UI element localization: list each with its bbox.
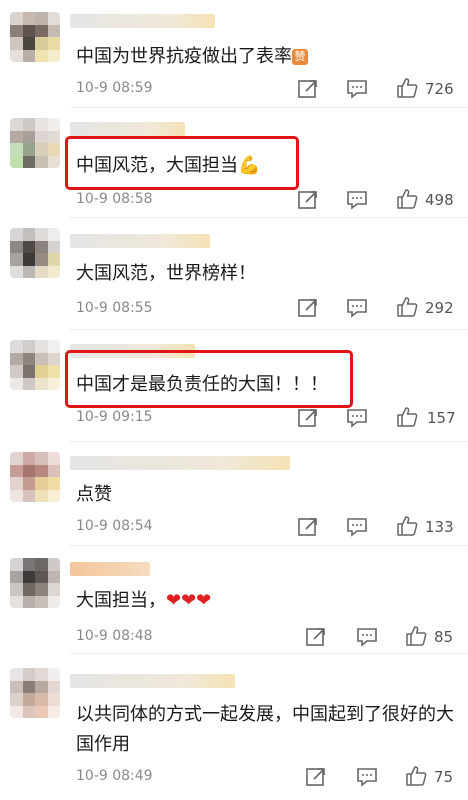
comment-5: 点赞 10-9 08:54 133 xyxy=(0,442,468,546)
highlight-box xyxy=(65,350,353,408)
username-blurred[interactable] xyxy=(70,562,150,576)
username-blurred[interactable] xyxy=(70,14,215,28)
avatar[interactable] xyxy=(10,668,60,718)
comment-3: 大国风范，世界榜样！ 10-9 08:55 292 xyxy=(0,218,468,330)
avatar[interactable] xyxy=(10,228,60,278)
avatar[interactable] xyxy=(10,558,60,608)
like-count: 498 xyxy=(425,191,454,209)
comment-icon[interactable] xyxy=(356,766,378,788)
timestamp: 10-9 09:15 xyxy=(76,409,153,425)
like-count: 75 xyxy=(434,768,454,786)
comment-text: 中国为世界抗疫做出了表率赞 xyxy=(76,42,308,72)
username-blurred[interactable] xyxy=(70,122,185,136)
heart-icons: ❤❤❤ xyxy=(166,590,212,611)
timestamp: 10-9 08:48 xyxy=(76,628,153,644)
like-count: 726 xyxy=(425,80,454,98)
timestamp: 10-9 08:54 xyxy=(76,518,153,534)
timestamp: 10-9 08:55 xyxy=(76,300,153,316)
share-icon[interactable] xyxy=(305,626,327,648)
like-count: 85 xyxy=(434,628,454,646)
avatar[interactable] xyxy=(10,118,60,168)
thumbs-up-icon[interactable] xyxy=(396,296,418,318)
comment-text-content: 点赞 xyxy=(76,484,112,505)
username-blurred[interactable] xyxy=(70,456,290,470)
share-icon[interactable] xyxy=(297,516,319,538)
like-count: 157 xyxy=(427,409,456,427)
username-blurred[interactable] xyxy=(70,234,210,248)
timestamp: 10-9 08:58 xyxy=(76,191,153,207)
comment-7: 以共同体的方式一起发展，中国起到了很好的大国作用 10-9 08:49 75 xyxy=(0,654,468,800)
comment-text-content: 大国担当， xyxy=(76,590,166,611)
share-icon[interactable] xyxy=(297,407,319,429)
comment-text-content: 以共同体的方式一起发展，中国起到了很好的大国作用 xyxy=(76,704,454,755)
thumbs-up-icon[interactable] xyxy=(396,406,418,428)
comment-text: 点赞 xyxy=(76,480,112,510)
thumbs-up-icon[interactable] xyxy=(405,765,427,787)
comment-1: 中国为世界抗疫做出了表率赞 10-9 08:59 726 xyxy=(0,0,468,108)
comment-6: 大国担当，❤❤❤ 10-9 08:48 85 xyxy=(0,546,468,654)
thumbs-up-icon[interactable] xyxy=(396,77,418,99)
share-icon[interactable] xyxy=(305,766,327,788)
comment-text: 大国风范，世界榜样！ xyxy=(76,259,256,289)
like-count: 133 xyxy=(425,518,454,536)
avatar[interactable] xyxy=(10,340,60,390)
comment-text-content: 大国风范，世界榜样！ xyxy=(76,263,256,284)
comment-icon[interactable] xyxy=(346,407,368,429)
zan-badge-icon: 赞 xyxy=(292,49,308,65)
comment-text-content: 中国为世界抗疫做出了表率 xyxy=(76,46,292,67)
comment-icon[interactable] xyxy=(346,78,368,100)
like-count: 292 xyxy=(425,299,454,317)
comment-2: 中国风范，大国担当💪 10-9 08:58 498 xyxy=(0,108,468,218)
thumbs-up-icon[interactable] xyxy=(405,625,427,647)
comment-icon[interactable] xyxy=(346,189,368,211)
timestamp: 10-9 08:59 xyxy=(76,80,153,96)
share-icon[interactable] xyxy=(297,78,319,100)
thumbs-up-icon[interactable] xyxy=(396,515,418,537)
comment-text: 大国担当，❤❤❤ xyxy=(76,586,211,616)
timestamp: 10-9 08:49 xyxy=(76,768,153,784)
highlight-box xyxy=(65,136,299,190)
avatar[interactable] xyxy=(10,12,60,62)
comment-4: 中国才是最负责任的大国！！！ 10-9 09:15 157 xyxy=(0,330,468,442)
share-icon[interactable] xyxy=(297,189,319,211)
share-icon[interactable] xyxy=(297,297,319,319)
comment-icon[interactable] xyxy=(346,297,368,319)
avatar[interactable] xyxy=(10,452,60,502)
comment-icon[interactable] xyxy=(356,626,378,648)
thumbs-up-icon[interactable] xyxy=(396,188,418,210)
comment-text: 以共同体的方式一起发展，中国起到了很好的大国作用 xyxy=(76,700,456,760)
username-blurred[interactable] xyxy=(70,674,235,688)
comment-icon[interactable] xyxy=(346,516,368,538)
